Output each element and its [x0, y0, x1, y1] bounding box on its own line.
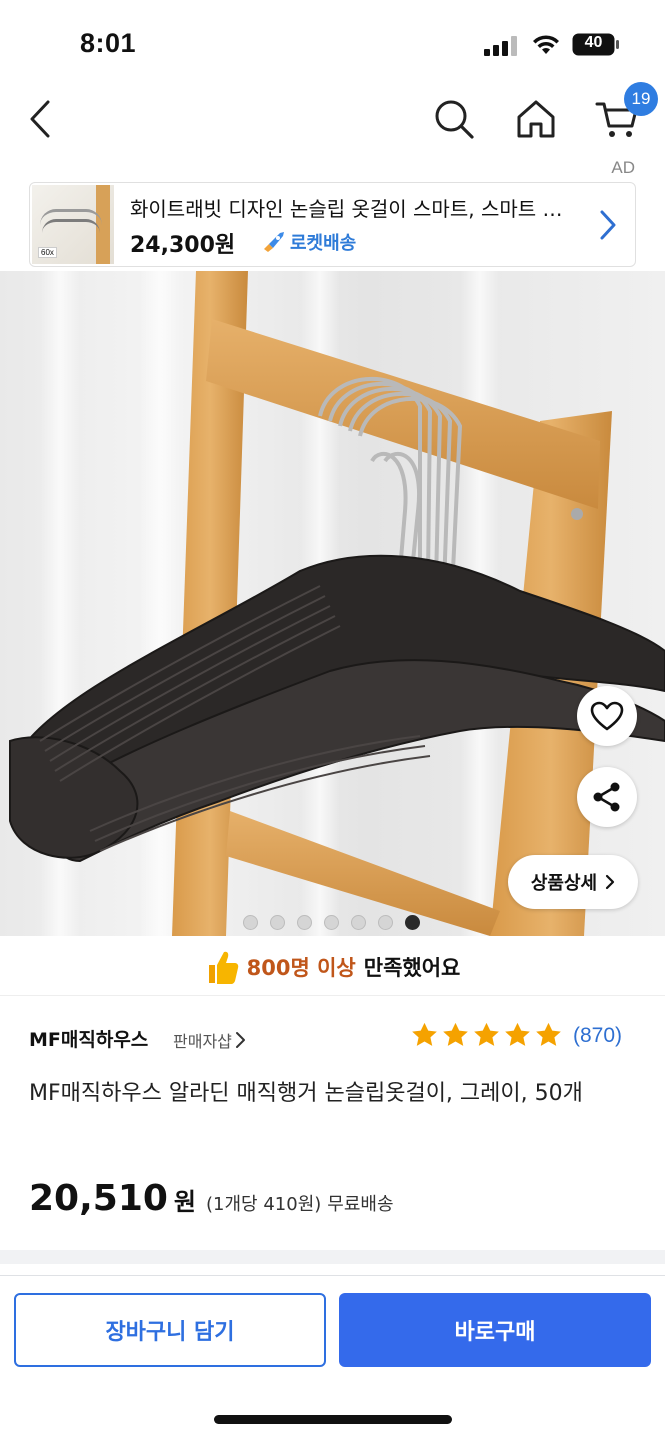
product-image-gallery[interactable]: 상품상세	[0, 271, 665, 936]
seller-shop-link[interactable]: 판매자샵	[173, 1028, 246, 1052]
product-rating[interactable]: (870)	[410, 1021, 622, 1050]
star-icon	[536, 1022, 561, 1046]
price-row: 20,510 원 (1개당 410원) 무료배송	[29, 1178, 394, 1219]
signal-icon	[484, 36, 517, 56]
product-photo	[9, 271, 665, 936]
battery-icon: 40	[572, 33, 620, 56]
share-icon	[593, 782, 620, 812]
price-currency: 원	[173, 1188, 197, 1216]
status-time: 8:01	[80, 28, 137, 58]
star-icon	[474, 1022, 499, 1046]
satisfaction-count: 800명 이상	[246, 955, 356, 980]
ad-thumbnail: 60x	[32, 185, 114, 264]
satisfaction-text: 만족했어요	[363, 955, 461, 980]
add-to-cart-button[interactable]: 장바구니 담기	[14, 1293, 326, 1367]
top-nav	[0, 88, 665, 158]
gallery-dot[interactable]	[324, 915, 339, 930]
gallery-pagination	[243, 915, 420, 930]
gallery-dot[interactable]	[378, 915, 393, 930]
star-icon	[505, 1022, 530, 1046]
gallery-dot[interactable]	[351, 915, 366, 930]
chevron-right-icon	[600, 210, 616, 240]
heart-icon	[590, 701, 624, 731]
ad-label: AD	[611, 158, 635, 177]
product-title: MF매직하우스 알라딘 매직행거 논슬립옷걸이, 그레이, 50개	[29, 1081, 583, 1106]
home-indicator	[214, 1415, 452, 1424]
section-divider-line	[0, 1275, 665, 1276]
gallery-dot[interactable]	[297, 915, 312, 930]
search-icon[interactable]	[432, 96, 476, 142]
product-detail-label: 상품상세	[530, 873, 598, 894]
wishlist-button[interactable]	[577, 686, 637, 746]
ad-title: 화이트래빗 디자인 논슬립 옷걸이 스마트, 스마트 …	[130, 197, 563, 221]
share-button[interactable]	[577, 767, 637, 827]
status-bar: 8:01 40	[0, 0, 665, 88]
satisfaction-banner: 800명 이상 만족했어요	[0, 938, 665, 996]
battery-level: 40	[584, 34, 603, 51]
ad-banner[interactable]: 60x 화이트래빗 디자인 논슬립 옷걸이 스마트, 스마트 … 24,300원…	[29, 182, 636, 267]
cart-count-badge: 19	[624, 82, 658, 116]
price-value: 20,510	[29, 1178, 168, 1219]
rocket-delivery-label: 로켓배송	[290, 233, 357, 254]
gallery-dot[interactable]	[243, 915, 258, 930]
ad-price: 24,300원	[130, 233, 236, 258]
buy-now-button[interactable]: 바로구매	[339, 1293, 651, 1367]
thumbs-up-icon	[208, 951, 238, 984]
back-icon[interactable]	[22, 96, 62, 142]
ad-thumb-qty: 60x	[38, 247, 57, 258]
star-icon	[412, 1022, 437, 1046]
seller-shop-label: 판매자샵	[173, 1032, 232, 1051]
section-divider	[0, 1250, 665, 1264]
shipping-info: 무료배송	[327, 1194, 394, 1215]
chevron-right-icon	[235, 1032, 245, 1048]
review-count: (870)	[573, 1023, 623, 1047]
rocket-icon	[264, 232, 284, 252]
product-detail-button[interactable]: 상품상세	[508, 855, 638, 909]
rocket-delivery-badge: 로켓배송	[260, 229, 356, 255]
wifi-icon	[533, 35, 559, 54]
star-icon	[443, 1022, 468, 1046]
unit-price: (1개당 410원)	[206, 1194, 322, 1215]
chevron-right-icon	[606, 874, 615, 890]
seller-name[interactable]: MF매직하우스	[29, 1025, 148, 1052]
gallery-dot-active[interactable]	[405, 915, 420, 930]
home-icon[interactable]	[514, 96, 558, 142]
gallery-dot[interactable]	[270, 915, 285, 930]
